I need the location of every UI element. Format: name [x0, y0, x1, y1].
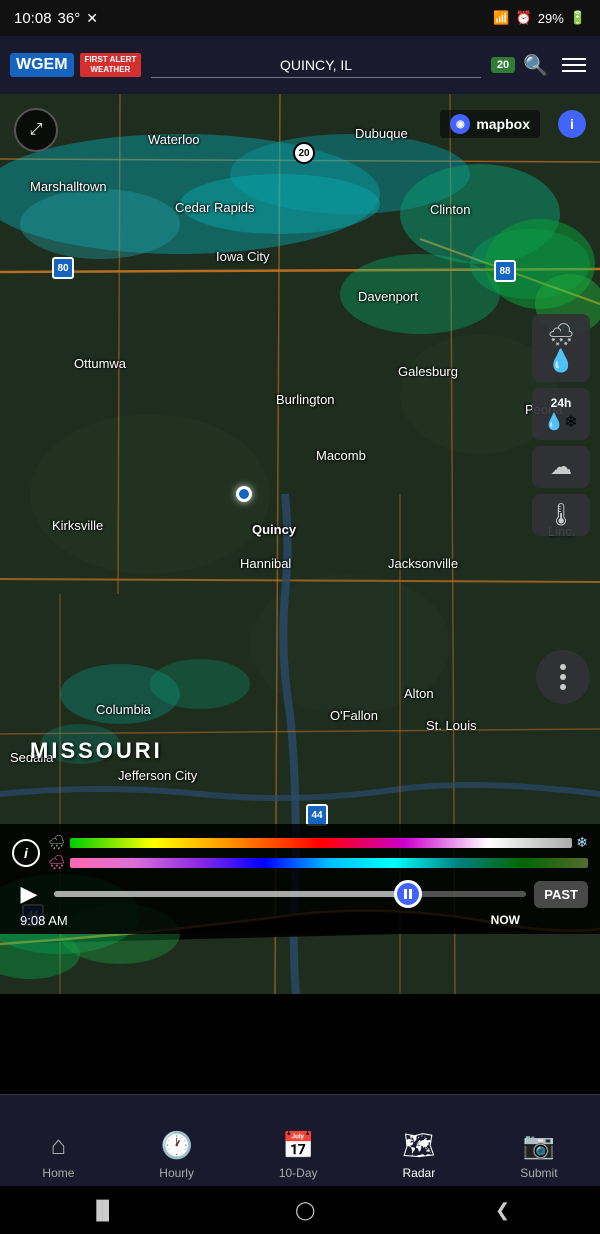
rain-layer-button[interactable]: 🌨💧: [532, 314, 590, 382]
dot1: [560, 664, 566, 670]
cloud-icon: ☁: [550, 454, 572, 480]
info-icon: i: [24, 845, 28, 861]
route-badge: 20: [491, 57, 515, 73]
radar-label: Radar: [403, 1166, 436, 1180]
color-legend: 🌧 ❄ 🌨: [48, 834, 588, 871]
weather-layer-panels: 🌨💧 24h 💧❄ ☁ 🌡: [532, 314, 590, 536]
map-container[interactable]: ⤢ ◉ mapbox i Marshalltown Cedar Rapids I…: [0, 94, 600, 994]
thermometer-icon: 🌡: [547, 502, 575, 528]
submit-icon: 📷: [523, 1130, 555, 1161]
logo-weather-badge: FIRST ALERTWEATHER: [80, 53, 142, 78]
missouri-state-label: MISSOURI: [30, 738, 163, 764]
legend-info-button[interactable]: i: [12, 839, 40, 867]
timeline-row: ▶ PAST: [12, 877, 588, 911]
precipitation-legend-strip: [70, 838, 572, 848]
expand-map-button[interactable]: ⤢: [14, 108, 58, 152]
snow-legend-icon: ❄: [576, 834, 588, 851]
current-time-label: 9:08 AM: [20, 913, 68, 928]
nav-radar[interactable]: 🗺 Radar: [388, 1122, 449, 1188]
legend-row: i 🌧 ❄ 🌨: [12, 834, 588, 871]
now-label: NOW: [491, 913, 520, 928]
mapbox-logo: ◉ mapbox: [440, 110, 540, 138]
status-icons: 📶 ⏰ 29% 🔋: [493, 10, 586, 26]
android-back-button[interactable]: ❮: [495, 1200, 510, 1221]
timeline-thumb[interactable]: [394, 880, 422, 908]
location-marker: [236, 486, 252, 502]
temperature-layer-button[interactable]: 🌡: [532, 494, 590, 536]
android-navigation-bar: ▐▌ ◯ ❮: [0, 1186, 600, 1234]
android-recent-button[interactable]: ▐▌: [90, 1200, 116, 1221]
rain-snow-icon: 🌨💧: [547, 322, 575, 374]
timeline-controls: i 🌧 ❄ 🌨 ▶: [0, 824, 600, 934]
cloud-layer-button[interactable]: ☁: [532, 446, 590, 488]
10day-icon: 📅: [282, 1130, 314, 1161]
24h-layer-button[interactable]: 24h 💧❄: [532, 388, 590, 440]
24h-label: 24h: [551, 396, 572, 410]
mapbox-info-button[interactable]: i: [558, 110, 586, 138]
status-bar: 10:08 36° ✕ 📶 ⏰ 29% 🔋: [0, 0, 600, 36]
time-temperature: 10:08 36° ✕: [14, 10, 98, 27]
close-icon: ✕: [86, 10, 98, 27]
radar-icon: 🗺: [402, 1130, 435, 1161]
search-icon[interactable]: 🔍: [523, 53, 548, 78]
hamburger-menu-button[interactable]: [558, 54, 590, 76]
logo-wgem[interactable]: WGEM: [10, 53, 74, 77]
hourly-icon: 🕐: [160, 1130, 192, 1161]
mixed-legend-strip: [70, 858, 588, 868]
hourly-label: Hourly: [159, 1166, 194, 1180]
mapbox-text: mapbox: [476, 116, 530, 132]
top-nav: WGEM FIRST ALERTWEATHER 20 🔍: [0, 36, 600, 94]
time-display: 10:08: [14, 10, 52, 27]
submit-label: Submit: [520, 1166, 557, 1180]
home-icon: ⌂: [51, 1130, 67, 1161]
nav-home[interactable]: ⌂ Home: [28, 1122, 88, 1188]
location-search-input[interactable]: [151, 53, 481, 78]
nav-submit[interactable]: 📷 Submit: [506, 1122, 571, 1188]
nav-hourly[interactable]: 🕐 Hourly: [145, 1122, 208, 1188]
dot3: [560, 684, 566, 690]
android-home-button[interactable]: ◯: [295, 1200, 315, 1221]
wifi-icon: 📶: [493, 10, 509, 26]
mapbox-icon: ◉: [450, 114, 470, 134]
expand-icon: ⤢: [30, 121, 43, 139]
dot2: [560, 674, 566, 680]
battery-icon: 🔋: [570, 10, 586, 26]
logo-area: WGEM FIRST ALERTWEATHER: [10, 53, 141, 78]
more-options-button[interactable]: [536, 650, 590, 704]
nav-10day[interactable]: 📅 10-Day: [265, 1122, 332, 1188]
pause-icon: [404, 889, 412, 899]
play-button[interactable]: ▶: [12, 877, 46, 911]
past-button[interactable]: PAST: [534, 881, 588, 908]
rain-legend-icon: 🌧: [48, 834, 66, 851]
timeline-track[interactable]: [54, 891, 526, 897]
battery-display: 29%: [538, 11, 564, 26]
10day-label: 10-Day: [279, 1166, 318, 1180]
alarm-icon: ⏰: [516, 10, 532, 26]
24h-icons: 💧❄: [544, 412, 577, 432]
mixed-legend-icon: 🌨: [48, 854, 66, 871]
timeline-progress: [54, 891, 408, 897]
home-label: Home: [42, 1166, 74, 1180]
temperature-display: 36°: [58, 10, 81, 27]
